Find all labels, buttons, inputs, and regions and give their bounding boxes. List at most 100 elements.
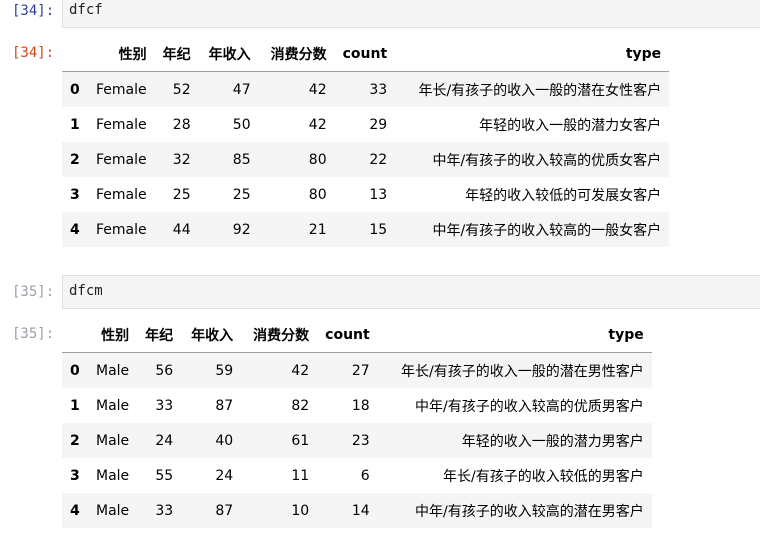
row-index: 2 [70,432,80,449]
row-index: 2 [70,151,80,168]
output-prompt: [35]: [12,326,55,342]
table-cell: Male [96,432,130,449]
table-cell: 23 [351,432,370,449]
column-header: 年纪 [137,318,182,353]
column-header: 消费分数 [241,318,318,353]
table-cell: 14 [351,502,370,519]
column-header: 年纪 [154,37,199,72]
table-cell: 年长/有孩子的收入一般的潜在女性客户 [418,82,662,99]
table-cell: 55 [155,467,174,484]
column-header: type [395,37,670,72]
table-row: 2 Female 32 85 80 22 中年/有孩子的收入较高的优质女客户 [62,142,670,177]
table-cell: 32 [172,151,191,168]
table-cell: 25 [232,186,251,203]
table-cell: 13 [369,186,388,203]
table-cell: 80 [308,186,327,203]
table-cell: 15 [369,221,388,238]
table-cell: 年轻的收入较低的可发展女客户 [465,187,662,204]
table-cell: 33 [155,397,174,414]
code-text: dfcf [69,2,103,18]
table-row: 0 Male 56 59 42 27 年长/有孩子的收入一般的潜在男性客户 [62,352,652,388]
dataframe-table: 性别 年纪 年收入 消费分数 count type 0 Male 56 59 4… [62,318,652,528]
table-row: 3 Female 25 25 80 13 年轻的收入较低的可发展女客户 [62,177,669,212]
table-row: 0 Female 52 47 42 33 年长/有孩子的收入一般的潜在女性客户 [62,71,670,107]
output-prompt: [34]: [12,45,55,61]
table-cell: 52 [172,81,191,98]
table-cell: Female [96,81,147,98]
column-header: 年收入 [181,318,242,353]
table-header-row: 性别 年纪 年收入 消费分数 count type [62,318,652,353]
table-cell: Male [96,467,130,484]
table-cell: Female [96,186,147,203]
code-text: dfcm [69,283,103,299]
column-header: 消费分数 [258,37,335,72]
table-cell: 中年/有孩子的收入较高的一般女客户 [432,222,662,239]
column-header: 性别 [88,318,138,353]
table-cell: Female [96,116,147,133]
table-cell: 28 [172,116,191,133]
table-row: 4 Male 33 87 10 14 中年/有孩子的收入较高的潜在男客户 [62,493,652,528]
table-cell: 18 [351,397,370,414]
table-cell: 24 [215,467,234,484]
table-cell: 6 [360,467,370,484]
table-cell: Male [96,397,130,414]
table-cell: 24 [155,432,174,449]
table-row: 1 Female 28 50 42 29 年轻的收入一般的潜力女客户 [62,107,669,142]
table-cell: 42 [308,116,327,133]
row-index: 4 [70,221,80,238]
table-cell: 33 [155,502,174,519]
table-cell: 92 [232,221,251,238]
row-index: 3 [70,467,80,484]
column-header: 性别 [88,37,155,72]
index-header [62,37,88,72]
input-prompt: [34]: [12,3,55,19]
table-cell: 11 [291,467,310,484]
row-index: 1 [70,397,80,414]
table-row: 1 Male 33 87 82 18 中年/有孩子的收入较高的优质男客户 [62,388,652,423]
table-cell: 中年/有孩子的收入较高的优质女客户 [432,152,662,169]
row-index: 0 [70,81,80,98]
column-header: 年收入 [198,37,259,72]
table-cell: Female [96,221,147,238]
table-row: 3 Male 55 24 11 6 年长/有孩子的收入较低的男客户 [62,458,652,493]
column-header: count [334,37,396,72]
table-cell: 42 [291,362,310,379]
table-cell: 中年/有孩子的收入较高的优质男客户 [415,398,644,415]
table-cell: 27 [351,362,370,379]
column-header: count [317,318,378,353]
row-index: 0 [70,362,80,379]
table-row: 4 Female 44 92 21 15 中年/有孩子的收入较高的一般女客户 [62,212,670,247]
row-index: 3 [70,186,80,203]
table-cell: 56 [155,362,174,379]
table-cell: 87 [215,397,234,414]
table-cell: 40 [215,432,234,449]
table-cell: 21 [308,221,327,238]
table-cell: 82 [291,397,310,414]
table-cell: 年长/有孩子的收入一般的潜在男性客户 [401,363,644,380]
input-prompt: [35]: [12,284,55,300]
table-cell: 年轻的收入一般的潜力男客户 [461,433,644,450]
table-cell: 年长/有孩子的收入较低的男客户 [443,468,644,485]
table-cell: 85 [232,151,251,168]
table-cell: Female [96,151,147,168]
table-cell: 47 [232,81,251,98]
code-input-cell[interactable]: dfcf [62,0,760,28]
table-cell: Male [96,362,130,379]
index-header [62,318,88,353]
table-cell: 61 [291,432,310,449]
row-index: 4 [70,502,80,519]
table-cell: 59 [215,362,234,379]
table-cell: 年轻的收入一般的潜力女客户 [479,117,662,134]
dataframe-table: 性别 年纪 年收入 消费分数 count type 0 Female 52 47… [62,37,670,247]
table-cell: 50 [232,116,251,133]
table-cell: 22 [369,151,388,168]
table-cell: 33 [369,81,388,98]
table-cell: 80 [308,151,327,168]
row-index: 1 [70,116,80,133]
code-input-cell[interactable]: dfcm [62,275,760,309]
table-cell: 中年/有孩子的收入较高的潜在男客户 [415,503,644,520]
table-cell: 25 [172,186,191,203]
table-cell: 87 [215,502,234,519]
table-header-row: 性别 年纪 年收入 消费分数 count type [62,37,670,72]
table-cell: 42 [308,81,327,98]
